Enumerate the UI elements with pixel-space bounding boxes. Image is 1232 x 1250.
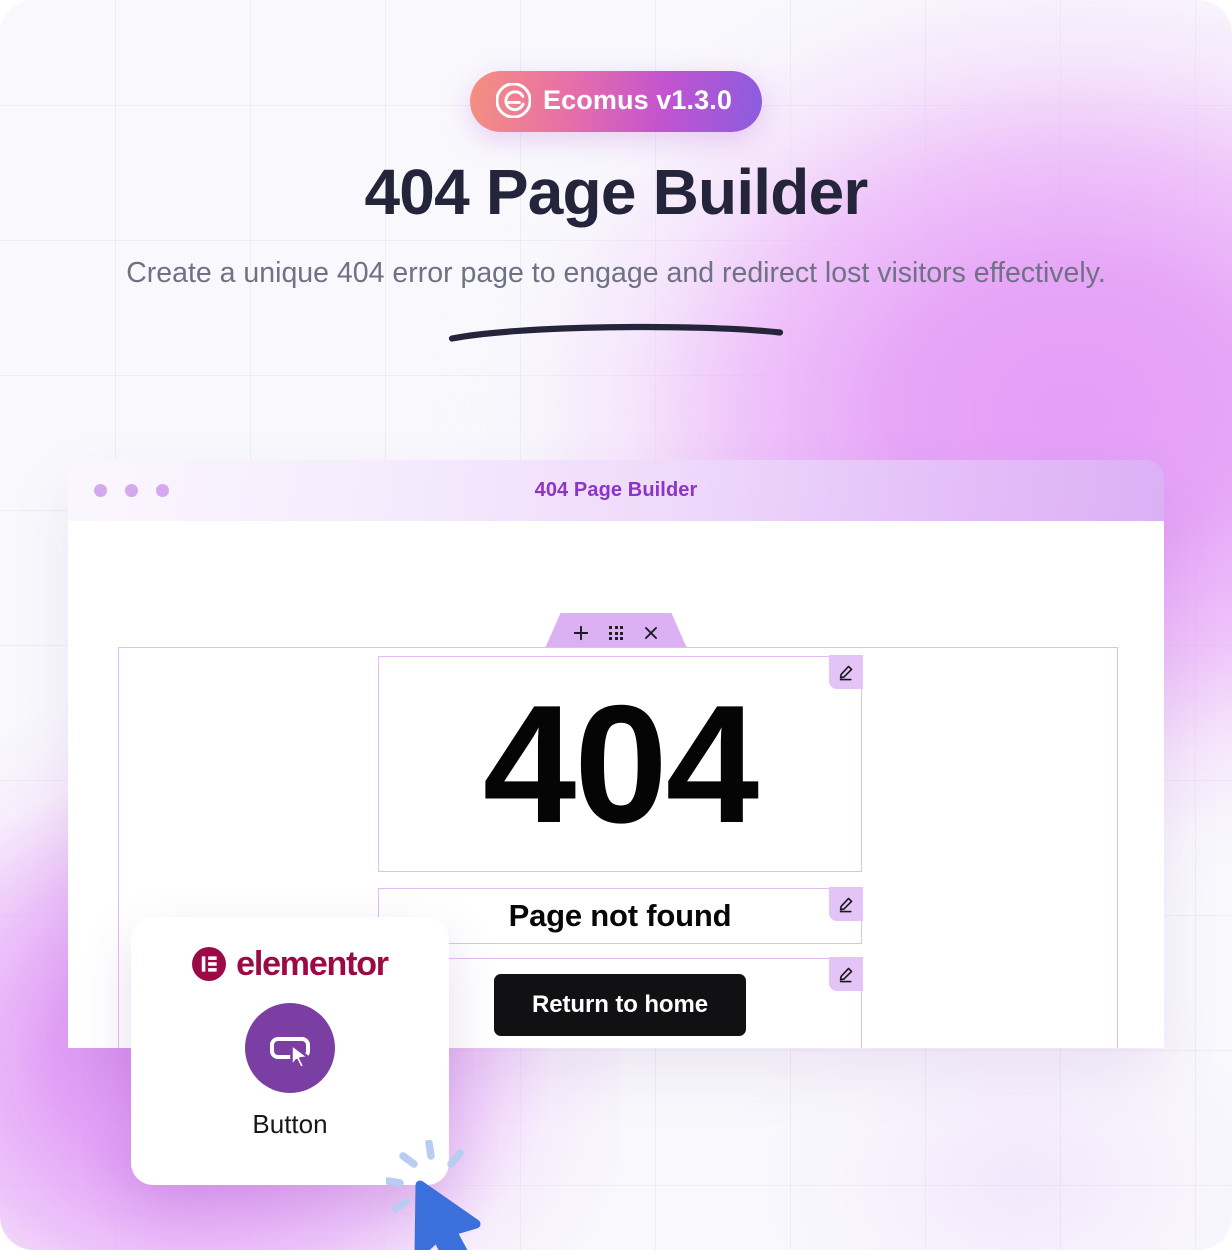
elementor-brand-label: elementor bbox=[236, 945, 389, 983]
pencil-edit-icon bbox=[839, 665, 853, 681]
widget-heading-404[interactable]: 404 bbox=[378, 655, 863, 872]
hero-section: Ecomus v1.3.0 404 Page Builder Create a … bbox=[0, 0, 1232, 345]
widget-subheading[interactable]: Page not found bbox=[378, 887, 863, 944]
pencil-edit-icon bbox=[839, 967, 853, 983]
edit-badge-heading-404[interactable] bbox=[828, 655, 863, 690]
pencil-edit-icon bbox=[839, 897, 853, 913]
version-badge[interactable]: Ecomus v1.3.0 bbox=[470, 71, 762, 132]
traffic-light-dot-maximize[interactable] bbox=[156, 484, 169, 497]
traffic-light-dot-close[interactable] bbox=[94, 484, 107, 497]
version-badge-label: Ecomus v1.3.0 bbox=[543, 85, 732, 115]
close-x-icon[interactable] bbox=[643, 625, 659, 641]
elementor-brand-row: elementor bbox=[192, 945, 389, 983]
ecomus-e-logo-icon bbox=[496, 83, 532, 118]
widget-name-label: Button bbox=[252, 1109, 328, 1139]
elementor-logo-icon bbox=[192, 947, 227, 981]
browser-window-title: 404 Page Builder bbox=[534, 479, 698, 501]
edit-badge-cta-button[interactable] bbox=[828, 957, 863, 992]
elementor-widget-card[interactable]: elementor Button bbox=[131, 917, 449, 1185]
hand-drawn-swoosh-icon bbox=[448, 324, 784, 342]
subheading-text: Page not found bbox=[508, 898, 732, 933]
page-subtitle: Create a unique 404 error page to engage… bbox=[126, 256, 1106, 289]
traffic-light-dot-minimize[interactable] bbox=[125, 484, 138, 497]
cta-button-wrap: Return to home bbox=[379, 959, 861, 1048]
widget-cta-button[interactable]: Return to home bbox=[378, 957, 863, 1048]
heading-404-text: 404 bbox=[482, 670, 759, 858]
plus-icon[interactable] bbox=[573, 625, 589, 641]
traffic-light-dots bbox=[94, 484, 169, 497]
page-root: Ecomus v1.3.0 404 Page Builder Create a … bbox=[0, 0, 1232, 1250]
page-title: 404 Page Builder bbox=[364, 156, 869, 228]
browser-title-bar: 404 Page Builder bbox=[68, 460, 1164, 521]
drag-dots-grid-icon[interactable] bbox=[609, 626, 623, 640]
return-to-home-button[interactable]: Return to home bbox=[494, 974, 746, 1036]
button-widget-cursor-icon bbox=[245, 1003, 335, 1093]
edit-badge-subheading[interactable] bbox=[828, 887, 863, 922]
